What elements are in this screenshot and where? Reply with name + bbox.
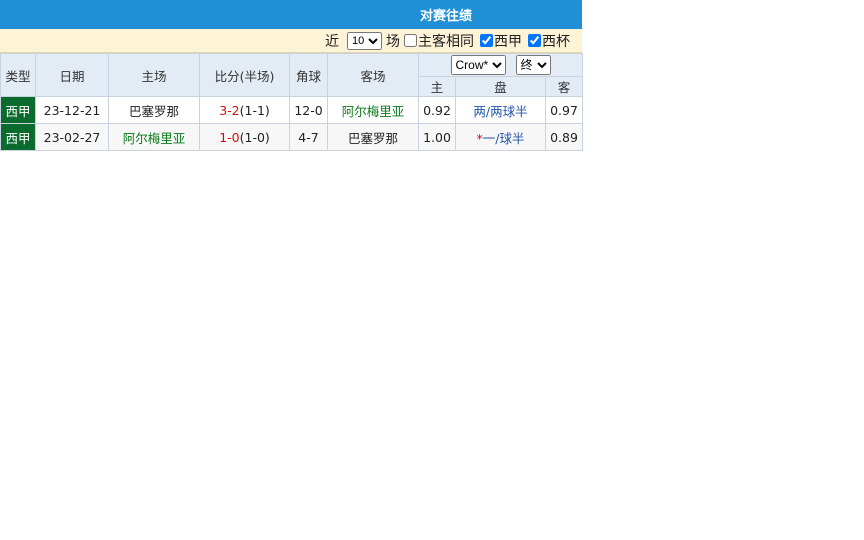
league-label-copa: 西杯 [542, 33, 570, 50]
section-title-text: 对赛往绩 [420, 9, 473, 24]
home-team-link[interactable]: 巴塞罗那 [108, 96, 200, 124]
half-score: (1-0) [239, 129, 270, 145]
away-team-link[interactable]: 巴塞罗那 [327, 123, 419, 151]
match-date: 23-12-21 [35, 96, 109, 124]
score-cell: 3-2(1-1) [199, 96, 290, 124]
stage-select[interactable]: 终 [515, 55, 551, 75]
corner-score: 12-0 [289, 96, 328, 124]
league-badge[interactable]: 西甲 [0, 96, 36, 124]
odds-selector-cell: Crow* 终 [417, 53, 584, 77]
header-odds-line: 盘 [455, 76, 546, 97]
odds-home: 1.00 [418, 123, 456, 151]
table-row: 西甲 23-02-27 阿尔梅里亚 1-0(1-0) 4-7 巴塞罗那 1.00… [0, 123, 584, 151]
line-text: 两/两球半 [473, 103, 528, 119]
header-away: 客场 [327, 53, 419, 97]
odds-away: 0.97 [544, 96, 584, 124]
header-odds-away: 客 [544, 76, 584, 97]
home-team-link[interactable]: 阿尔梅里亚 [108, 123, 200, 151]
header-date: 日期 [35, 53, 109, 97]
company-select[interactable]: Crow* [450, 55, 506, 75]
header-score: 比分(半场) [199, 53, 290, 97]
h2h-widget: 对赛往绩 近 10 场 主客相同 西甲 西杯 类型 日期 主场 比分(半场) 角… [0, 0, 584, 151]
filter-bar: 近 10 场 主客相同 西甲 西杯 [0, 29, 582, 53]
half-score: (1-1) [239, 102, 270, 118]
odds-line: 两/两球半 [455, 96, 546, 124]
header-corner: 角球 [289, 53, 328, 97]
odds-away: 0.89 [544, 123, 584, 151]
unit-label: 场 [386, 33, 400, 50]
table-row: 西甲 23-12-21 巴塞罗那 3-2(1-1) 12-0 阿尔梅里亚 0.9… [0, 96, 584, 124]
league-label-laliga: 西甲 [494, 33, 522, 50]
league-checkbox-copa[interactable] [528, 34, 541, 47]
league-checkbox-laliga[interactable] [480, 34, 493, 47]
odds-line: *一/球半 [455, 123, 546, 151]
same-home-label: 主客相同 [418, 33, 474, 50]
score-cell: 1-0(1-0) [199, 123, 290, 151]
section-title: 对赛往绩 [0, 0, 582, 29]
odds-home: 0.92 [418, 96, 456, 124]
corner-score: 4-7 [289, 123, 328, 151]
line-text: 一/球半 [482, 130, 525, 146]
full-score[interactable]: 3-2 [219, 103, 239, 118]
same-home-checkbox[interactable] [404, 34, 417, 47]
away-team-link[interactable]: 阿尔梅里亚 [327, 96, 419, 124]
header-odds-home: 主 [418, 76, 456, 97]
recent-label: 近 [325, 33, 339, 50]
full-score[interactable]: 1-0 [219, 130, 239, 145]
h2h-table: 类型 日期 主场 比分(半场) 角球 客场 Crow* 终 主 盘 客 西甲 2… [0, 53, 584, 151]
header-type: 类型 [0, 53, 36, 97]
match-date: 23-02-27 [35, 123, 109, 151]
recent-count-select[interactable]: 10 [347, 31, 382, 50]
league-badge[interactable]: 西甲 [0, 123, 36, 151]
header-home: 主场 [108, 53, 200, 97]
